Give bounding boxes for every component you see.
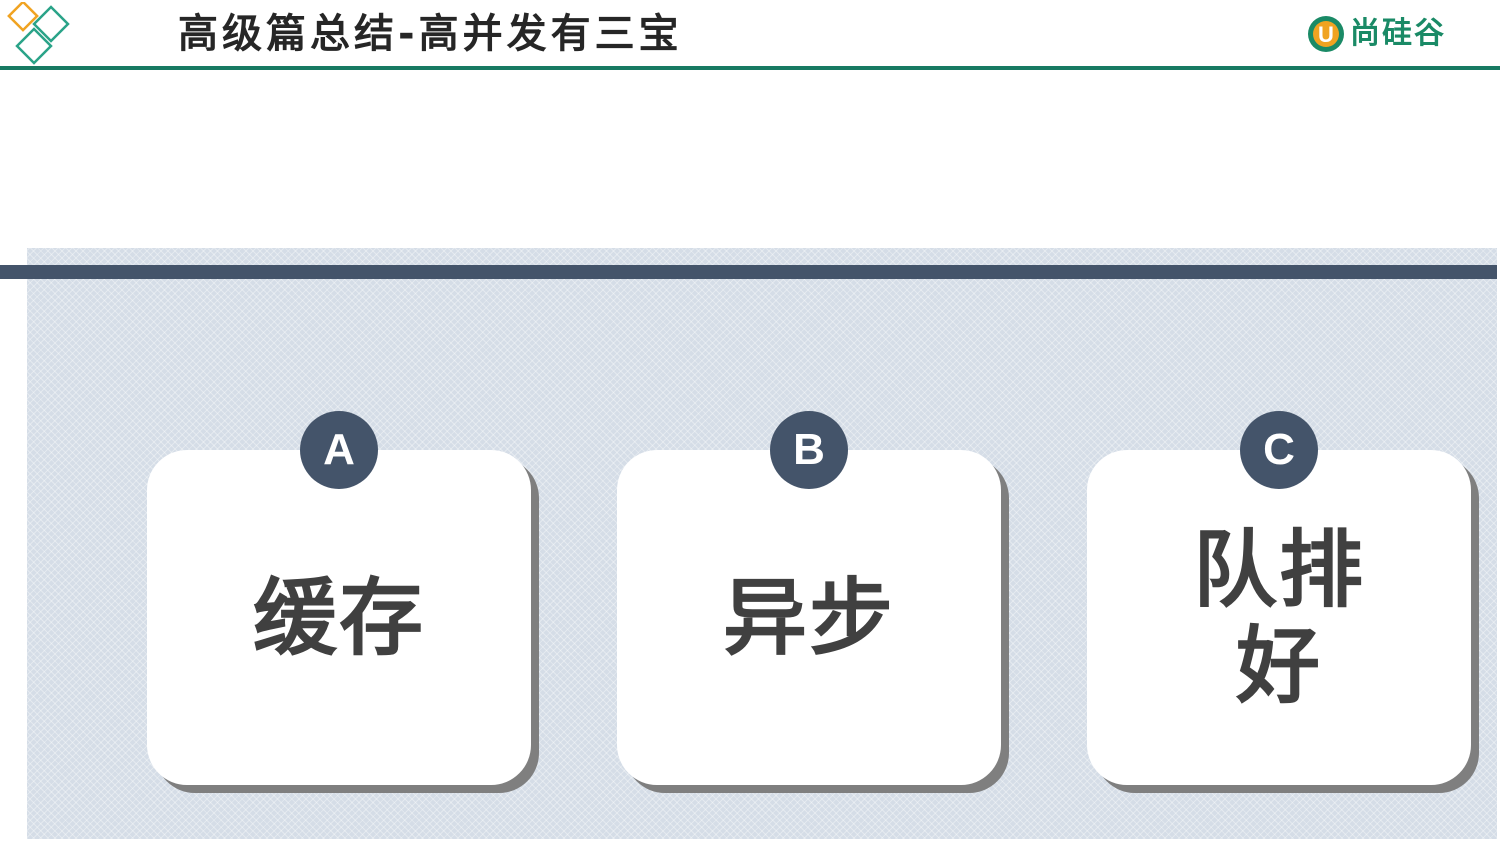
card-queue: C 队排好 (1087, 411, 1471, 785)
card-label-queue: 队排好 (1192, 520, 1365, 715)
card-badge-c: C (1240, 411, 1318, 489)
page-title: 高级篇总结-高并发有三宝 (178, 11, 683, 57)
slide-header: 高级篇总结-高并发有三宝 U 尚硅谷 (0, 0, 1500, 70)
diamond-logo-icon (7, 2, 70, 65)
brand-mark-letter: U (1318, 22, 1334, 47)
card-label-async: 异步 (722, 568, 895, 667)
panel-accent-bar (0, 265, 1497, 279)
card-label-cache: 缓存 (252, 568, 425, 667)
brand-mark-icon: U (1308, 16, 1344, 52)
card-badge-a: A (300, 411, 378, 489)
card-async: B 异步 (617, 411, 1001, 785)
header-divider (0, 66, 1500, 70)
card-badge-b: B (770, 411, 848, 489)
brand-name: 尚硅谷 (1350, 16, 1446, 51)
card-cache: A 缓存 (147, 411, 531, 785)
brand-logo: U 尚硅谷 (1306, 12, 1446, 56)
